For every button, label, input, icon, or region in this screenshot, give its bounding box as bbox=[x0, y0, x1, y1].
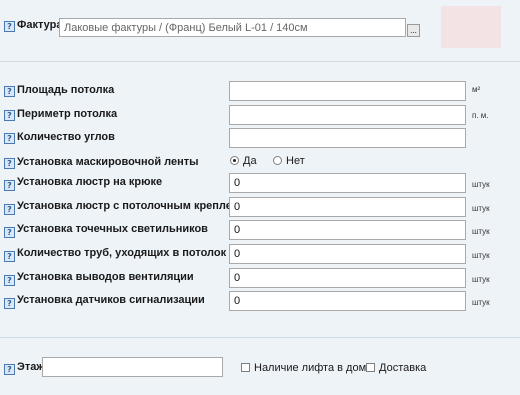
param-label: Площадь потолка bbox=[17, 84, 115, 96]
browse-button[interactable]: ... bbox=[407, 24, 420, 37]
tape-yes-radio[interactable] bbox=[230, 156, 239, 165]
tape-no-radio[interactable] bbox=[273, 156, 282, 165]
unit-label: штук bbox=[472, 180, 490, 189]
tape-no-label: Нет bbox=[286, 155, 305, 167]
floor-input[interactable] bbox=[42, 357, 223, 377]
chandelier-hook-input[interactable] bbox=[229, 173, 466, 193]
help-icon[interactable]: ? bbox=[4, 298, 15, 309]
help-icon[interactable]: ? bbox=[4, 133, 15, 144]
chandelier-mount-input[interactable] bbox=[229, 197, 466, 217]
help-icon[interactable]: ? bbox=[4, 158, 15, 169]
unit-label: м² bbox=[472, 85, 481, 94]
unit-label: штук bbox=[472, 227, 490, 236]
corners-count-input[interactable] bbox=[229, 128, 466, 148]
invoice-label: Фактура bbox=[17, 19, 63, 31]
install-label: Установка люстр на крюке bbox=[17, 176, 163, 188]
ventilation-input[interactable] bbox=[229, 268, 466, 288]
help-icon[interactable]: ? bbox=[4, 204, 15, 215]
delivery-label: Доставка bbox=[379, 362, 427, 374]
divider bbox=[0, 61, 520, 62]
elevator-checkbox[interactable] bbox=[241, 363, 250, 372]
texture-preview bbox=[441, 6, 501, 48]
tape-yes-label: Да bbox=[243, 155, 257, 167]
tape-label: Установка маскировочной ленты bbox=[17, 156, 199, 168]
unit-label: штук bbox=[472, 275, 490, 284]
install-label: Установка люстр с потолочным креплением bbox=[17, 200, 260, 212]
invoice-field[interactable] bbox=[59, 18, 406, 37]
help-icon[interactable]: ? bbox=[4, 227, 15, 238]
ceiling-area-input[interactable] bbox=[229, 81, 466, 101]
help-icon[interactable]: ? bbox=[4, 180, 15, 191]
help-icon[interactable]: ? bbox=[4, 21, 15, 32]
unit-label: штук bbox=[472, 204, 490, 213]
help-icon[interactable]: ? bbox=[4, 275, 15, 286]
alarm-sensors-input[interactable] bbox=[229, 291, 466, 311]
unit-label: штук bbox=[472, 251, 490, 260]
install-label: Количество труб, уходящих в потолок bbox=[17, 247, 227, 259]
elevator-label: Наличие лифта в доме bbox=[254, 362, 373, 374]
pipes-count-input[interactable] bbox=[229, 244, 466, 264]
help-icon[interactable]: ? bbox=[4, 110, 15, 121]
help-icon[interactable]: ? bbox=[4, 364, 15, 375]
unit-label: штук bbox=[472, 298, 490, 307]
install-label: Установка выводов вентиляции bbox=[17, 271, 194, 283]
param-label: Периметр потолка bbox=[17, 108, 118, 120]
install-label: Установка датчиков сигнализации bbox=[17, 294, 205, 306]
help-icon[interactable]: ? bbox=[4, 86, 15, 97]
ceiling-perimeter-input[interactable] bbox=[229, 105, 466, 125]
install-label: Установка точечных светильников bbox=[17, 223, 208, 235]
unit-label: п. м. bbox=[472, 111, 489, 120]
help-icon[interactable]: ? bbox=[4, 251, 15, 262]
spotlights-input[interactable] bbox=[229, 220, 466, 240]
param-label: Количество углов bbox=[17, 131, 115, 143]
floor-label: Этаж bbox=[17, 361, 45, 373]
delivery-checkbox[interactable] bbox=[366, 363, 375, 372]
divider bbox=[0, 337, 520, 338]
